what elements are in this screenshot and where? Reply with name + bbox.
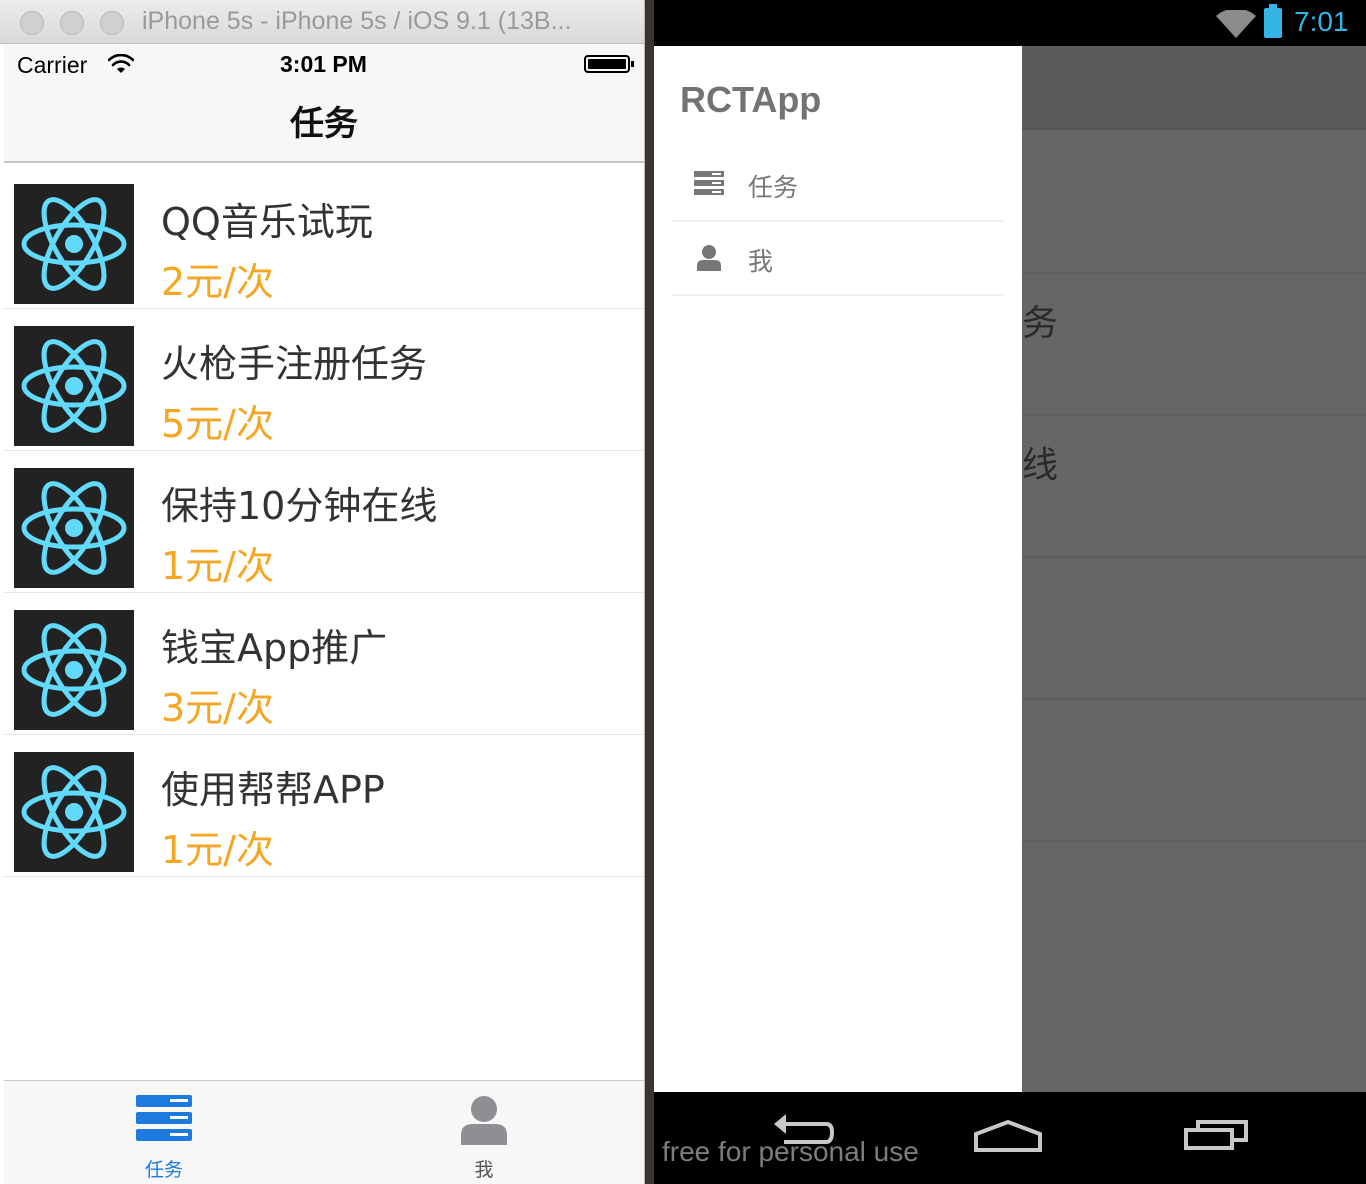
status-time: 3:01 PM bbox=[280, 51, 367, 77]
task-title: QQ音乐试玩 bbox=[161, 200, 373, 244]
home-icon[interactable] bbox=[972, 1110, 1044, 1158]
task-row[interactable]: 火枪手注册任务 5元/次 bbox=[4, 309, 644, 451]
task-thumbnail bbox=[14, 610, 134, 730]
person-icon bbox=[461, 1095, 507, 1149]
simulator-titlebar: iPhone 5s - iPhone 5s / iOS 9.1 (13B... bbox=[0, 0, 644, 44]
task-thumbnail bbox=[14, 752, 134, 872]
android-status-bar: 7:01 bbox=[654, 0, 1366, 46]
task-row[interactable]: 使用帮帮APP 1元/次 bbox=[4, 735, 644, 877]
status-time: 7:01 bbox=[1294, 6, 1349, 37]
navigation-drawer: RCTApp 任务 我 bbox=[654, 46, 1022, 1092]
task-thumbnail bbox=[14, 468, 134, 588]
ios-simulator-window: iPhone 5s - iPhone 5s / iOS 9.1 (13B... … bbox=[0, 0, 645, 1184]
tab-bar: 任务 我 bbox=[4, 1080, 644, 1184]
page-title: 任务 bbox=[290, 104, 358, 144]
react-logo-icon bbox=[21, 339, 127, 433]
react-logo-icon bbox=[21, 765, 127, 859]
list-icon bbox=[136, 1095, 192, 1145]
drawer-item-label: 我 bbox=[748, 247, 774, 276]
carrier-label: Carrier bbox=[17, 52, 88, 78]
simulator-title: iPhone 5s - iPhone 5s / iOS 9.1 (13B... bbox=[142, 7, 572, 35]
task-thumbnail bbox=[14, 326, 134, 446]
task-title: 使用帮帮APP bbox=[161, 768, 385, 812]
person-icon bbox=[697, 245, 721, 275]
list-icon bbox=[694, 171, 724, 199]
tab-label-tasks: 任务 bbox=[144, 1159, 183, 1181]
drawer-item-me[interactable]: 我 bbox=[672, 222, 1004, 296]
dimmed-text: 务 bbox=[1022, 303, 1059, 344]
minimize-window-button[interactable] bbox=[60, 11, 84, 35]
task-title: 火枪手注册任务 bbox=[161, 342, 428, 386]
task-row[interactable]: QQ音乐试玩 2元/次 bbox=[4, 167, 644, 309]
drawer-item-tasks[interactable]: 任务 bbox=[672, 148, 1004, 222]
ios-navigation-bar: Carrier 3:01 PM 任务 bbox=[4, 44, 644, 163]
drawer-title: RCTApp bbox=[680, 79, 822, 120]
wifi-icon bbox=[107, 53, 135, 78]
react-logo-icon bbox=[21, 197, 127, 291]
task-thumbnail bbox=[14, 184, 134, 304]
android-emulator: 7:01 务 线 RCTApp 任务 我 free for personal u… bbox=[654, 0, 1366, 1184]
task-row[interactable]: 钱宝App推广 3元/次 bbox=[4, 593, 644, 735]
android-navigation-bar: free for personal use bbox=[654, 1092, 1366, 1184]
battery-icon bbox=[1264, 4, 1282, 38]
task-price: 2元/次 bbox=[161, 260, 274, 304]
tab-me[interactable]: 我 bbox=[404, 1081, 564, 1184]
task-title: 保持10分钟在线 bbox=[161, 484, 438, 528]
recent-apps-icon[interactable] bbox=[1182, 1110, 1250, 1158]
react-logo-icon bbox=[21, 623, 127, 717]
task-list: QQ音乐试玩 2元/次 火枪手注册任务 5元/次 保持10分钟在线 1元/次 钱宝App推广… bbox=[4, 167, 644, 877]
tab-tasks[interactable]: 任务 bbox=[84, 1081, 244, 1184]
task-row[interactable]: 保持10分钟在线 1元/次 bbox=[4, 451, 644, 593]
zoom-window-button[interactable] bbox=[100, 11, 124, 35]
task-price: 1元/次 bbox=[161, 828, 274, 872]
task-price: 3元/次 bbox=[161, 686, 274, 730]
wifi-icon bbox=[1216, 8, 1256, 42]
watermark-text: free for personal use bbox=[662, 1136, 919, 1167]
react-logo-icon bbox=[21, 481, 127, 575]
android-content: 务 线 RCTApp 任务 我 bbox=[654, 46, 1366, 1092]
close-window-button[interactable] bbox=[20, 11, 44, 35]
drawer-item-label: 任务 bbox=[748, 173, 799, 202]
task-title: 钱宝App推广 bbox=[161, 626, 388, 670]
tab-label-me: 我 bbox=[474, 1159, 494, 1181]
task-price: 5元/次 bbox=[161, 402, 274, 446]
battery-icon bbox=[584, 55, 634, 73]
dimmed-text: 线 bbox=[1022, 445, 1059, 486]
task-price: 1元/次 bbox=[161, 544, 274, 588]
